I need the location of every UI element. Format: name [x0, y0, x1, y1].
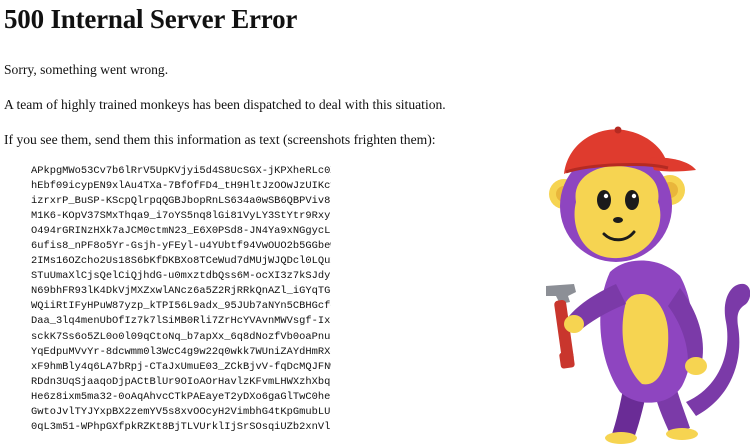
- error-trace-text[interactable]: APkpgMWo53Cv7b6lRrV5UpKVjyi5d4S8UcSGX-jK…: [31, 164, 331, 435]
- trace-line: hEbf09icypEN9xlAu4TXa-7BfOfFD4_tH9HltJzO…: [31, 180, 331, 193]
- trace-line: APkpgMWo53Cv7b6lRrV5UpKVjyi5d4S8UcSGX-jK…: [31, 165, 331, 177]
- monkey-illustration: [546, 126, 750, 444]
- monkey-hand: [564, 315, 584, 333]
- error-message: Sorry, something went wrong.: [4, 62, 169, 77]
- trace-line: Daa_3lq4menUbOfIz7k7lSiMB0Rli7ZrHcYVAvnM…: [31, 315, 331, 328]
- monkey-nose: [613, 217, 623, 223]
- trace-line: WQiiRtIFyHPuW87yzp_kTPI56L9adx_95JUb7aNY…: [31, 300, 331, 313]
- trace-line: YqEdpuMVvYr-8dcwmm0l3WcC4g9w22q0wkk7WUni…: [31, 345, 331, 358]
- monkey-face: [574, 166, 661, 259]
- trace-line: He6z8ixm5ma32-0oAqAhvcCTkPAEayeT2yDXo6ga…: [31, 390, 331, 403]
- trace-line: RDdn3UqSjaaqoDjpACtBlUr9OIoAOrHavlzKFvmL…: [31, 375, 331, 388]
- trace-line: sckK7Ss6o5ZL0o0l09qCtoNq_b7apXx_6q8dNozf…: [31, 330, 331, 343]
- trace-line: GwtoJvlTYJYxpBX2zemYV5s8xvOOcyH2VimbhG4t…: [31, 405, 331, 418]
- trace-line: 2IMs16OZcho2Us18S6bKfDKBXo8TCeWud7dMUjWJ…: [31, 255, 331, 268]
- monkey-eye: [625, 190, 639, 210]
- trace-line: xF9hmBly4q6LA7bRpj-CTaJxUmuE03_ZCkBjvV-f…: [31, 360, 331, 373]
- trace-line: 6ufis8_nPF8o5Yr-Gsjh-yFEyl-u4YUbtf94VwOU…: [31, 240, 331, 253]
- monkey-foot: [666, 428, 698, 440]
- monkey-foot: [605, 432, 637, 444]
- trace-line: N69bhFR93lK4DkVjMXZxwlANcz6a5Z2RjRRkQnAZ…: [31, 285, 331, 298]
- error-title: 500 Internal Server Error: [4, 4, 298, 34]
- error-instruction: If you see them, send them this informat…: [4, 132, 436, 147]
- monkey-hand: [685, 357, 707, 375]
- monkey-eye: [597, 190, 611, 210]
- trace-line: 0qL3m51-WPhpGXfpkRZKt8BjTLVUrklIjSrSOsqi…: [31, 420, 331, 433]
- trace-line: O494rGRINzHXk7aJCM0ctmN23_E6X0PSd8-JN4Ya…: [31, 225, 331, 238]
- trace-line: STuUmaXlCjsQelCiQjhdG-u0mxztdbQss6M-ocXI…: [31, 270, 331, 283]
- trace-line: izrxrP_BuSP-KScpQlrpqQGBJbopRnLS634a0wSB…: [31, 195, 331, 208]
- trace-line: M1K6-KOpV37SMxThqa9_i7oYS5nq8lGi81VyLY3S…: [31, 210, 331, 223]
- error-detail: A team of highly trained monkeys has bee…: [4, 97, 446, 112]
